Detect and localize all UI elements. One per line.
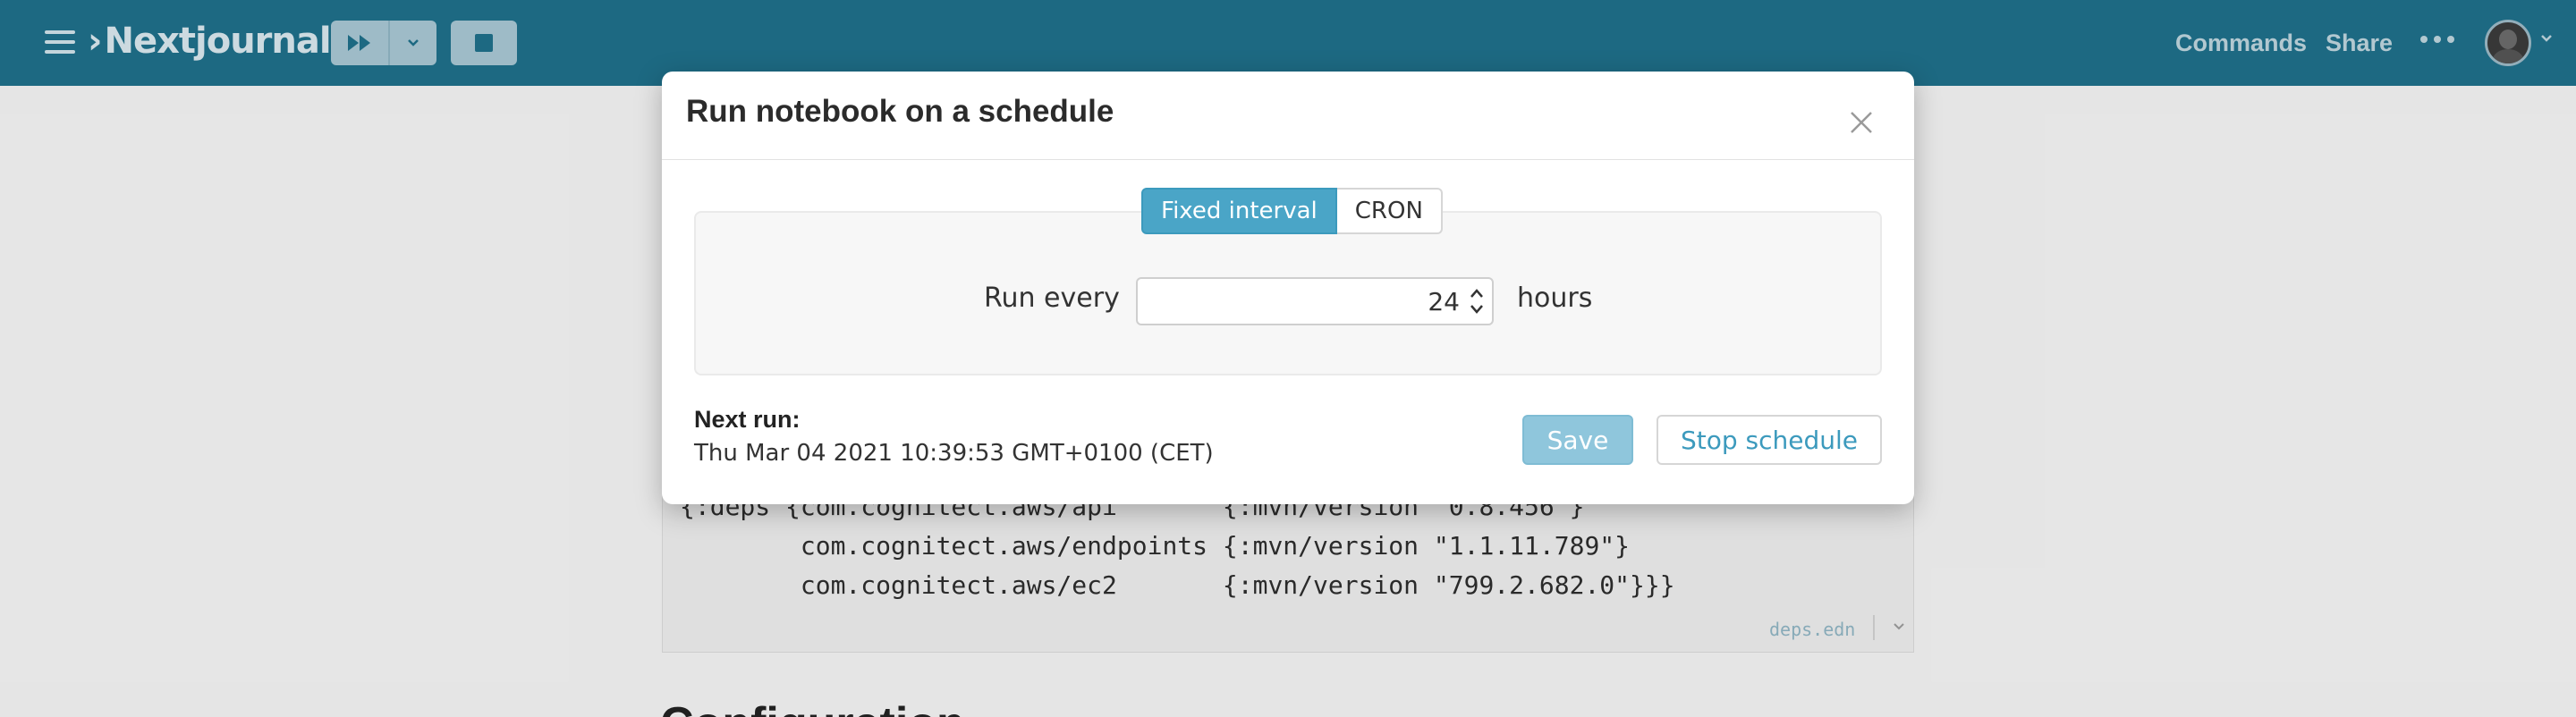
interval-input[interactable] xyxy=(1136,277,1494,325)
tab-cron[interactable]: CRON xyxy=(1336,188,1443,234)
run-every-label: Run every xyxy=(984,283,1120,314)
number-stepper-icon[interactable] xyxy=(1467,283,1487,320)
divider xyxy=(662,159,1914,160)
save-button[interactable]: Save xyxy=(1522,415,1633,465)
dialog-title: Run notebook on a schedule xyxy=(686,94,1114,129)
next-run-label: Next run: xyxy=(694,406,801,433)
schedule-dialog: Run notebook on a schedule Fixed interva… xyxy=(662,72,1914,504)
tab-fixed-interval[interactable]: Fixed interval xyxy=(1141,188,1337,234)
stop-schedule-button[interactable]: Stop schedule xyxy=(1657,415,1882,465)
next-run-value: Thu Mar 04 2021 10:39:53 GMT+0100 (CET) xyxy=(694,440,1214,467)
interval-unit-label: hours xyxy=(1517,283,1593,314)
schedule-type-tabs: Fixed interval CRON xyxy=(1141,188,1443,234)
close-button[interactable] xyxy=(1848,109,1875,136)
close-icon xyxy=(1851,112,1872,133)
